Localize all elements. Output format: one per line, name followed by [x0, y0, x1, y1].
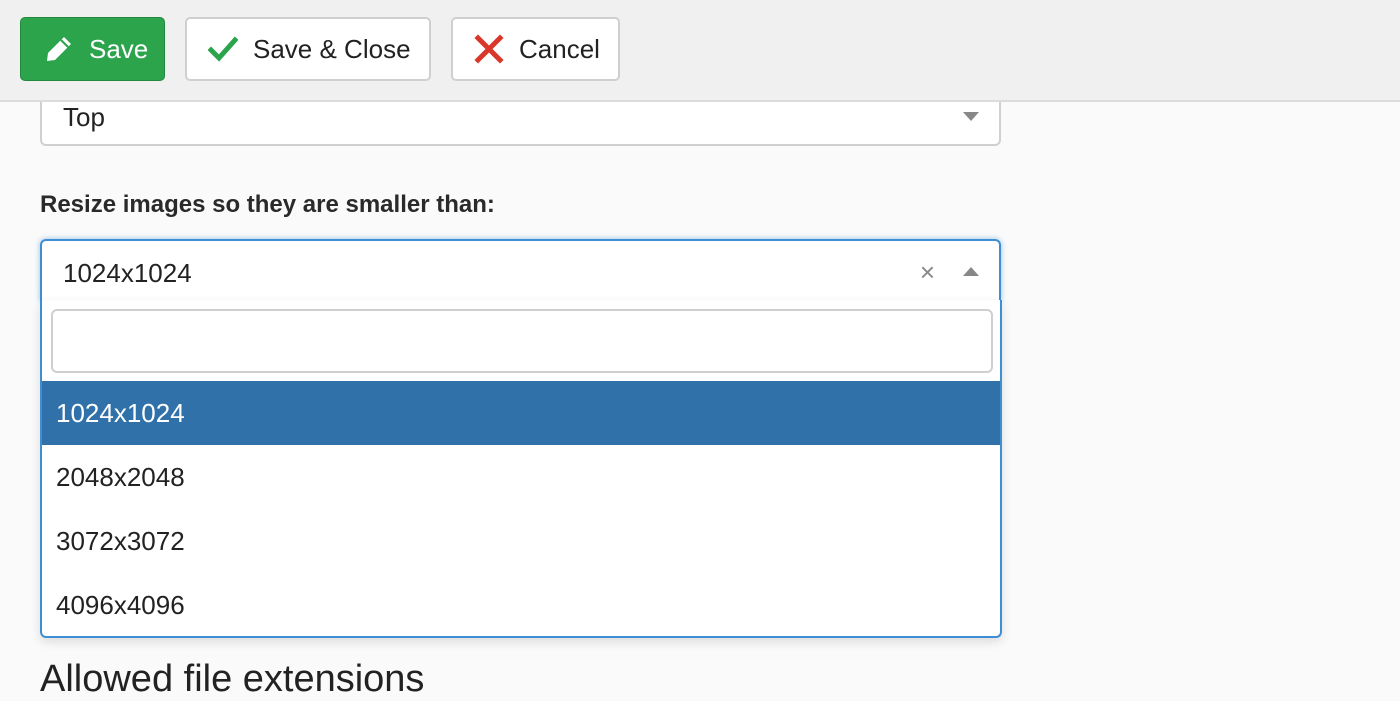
caret-down-icon — [963, 112, 979, 121]
save-button-label: Save — [89, 33, 149, 64]
save-and-close-button[interactable]: Save & Close — [185, 17, 431, 81]
resize-select[interactable]: 1024x1024 × — [40, 239, 1001, 301]
pencil-icon — [43, 33, 75, 65]
resize-field-label: Resize images so they are smaller than: — [40, 191, 495, 218]
dropdown-option[interactable]: 4096x4096 — [42, 573, 1000, 636]
cancel-button[interactable]: Cancel — [451, 17, 620, 81]
resize-select-value: 1024x1024 — [63, 258, 192, 288]
close-icon — [473, 33, 505, 65]
resize-dropdown: 1024x1024 2048x2048 3072x3072 4096x4096 — [40, 300, 1002, 638]
dropdown-option[interactable]: 2048x2048 — [42, 445, 1000, 509]
caret-up-icon[interactable] — [963, 267, 979, 276]
section-heading: Allowed file extensions — [40, 658, 425, 700]
toolbar: Save Save & Close Cancel — [0, 0, 1400, 102]
dropdown-search-input[interactable] — [51, 309, 993, 373]
clear-icon[interactable]: × — [920, 259, 935, 285]
position-select-value: Top — [63, 102, 105, 132]
save-and-close-button-label: Save & Close — [253, 33, 411, 64]
cancel-button-label: Cancel — [519, 33, 600, 64]
dropdown-option[interactable]: 3072x3072 — [42, 509, 1000, 573]
checkmark-icon — [207, 33, 239, 65]
dropdown-option[interactable]: 1024x1024 — [42, 381, 1000, 445]
dropdown-options-list: 1024x1024 2048x2048 3072x3072 4096x4096 — [42, 381, 1000, 636]
save-button[interactable]: Save — [20, 17, 165, 81]
